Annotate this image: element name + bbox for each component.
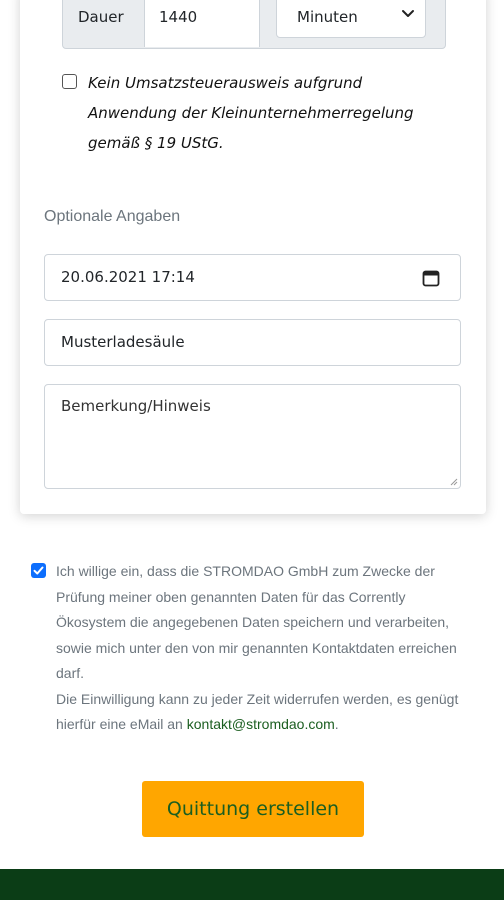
datetime-value: 20.06.2021 17:14 (61, 268, 195, 286)
tax-checkbox-label: Kein Umsatzsteuerausweis aufgrund Anwend… (88, 74, 414, 152)
resize-handle-icon[interactable] (450, 478, 458, 486)
consent-statement: Ich willige ein, dass die STROMDAO GmbH … (56, 563, 457, 681)
note-placeholder: Bemerkung/Hinweis (61, 397, 211, 415)
duration-input[interactable]: 1440 (144, 0, 260, 47)
chevron-down-icon (402, 10, 414, 17)
duration-label: Dauer (78, 8, 124, 26)
footer-bar (0, 869, 504, 900)
consent-checkbox[interactable] (31, 563, 46, 578)
consent-email-link[interactable]: kontakt@stromdao.com (187, 716, 335, 732)
create-receipt-button[interactable]: Quittung erstellen (142, 781, 364, 837)
tax-checkbox[interactable] (62, 74, 77, 89)
optional-section-heading: Optionale Angaben (44, 208, 181, 225)
consent-text: Ich willige ein, dass die STROMDAO GmbH … (56, 559, 476, 738)
duration-unit-value: Minuten (297, 8, 358, 26)
calendar-icon[interactable] (422, 269, 440, 287)
station-value: Musterladesäule (61, 333, 185, 351)
datetime-input[interactable]: 20.06.2021 17:14 (44, 254, 461, 301)
duration-unit-select[interactable]: Minuten (276, 0, 426, 38)
checkmark-icon (33, 566, 44, 575)
note-textarea[interactable]: Bemerkung/Hinweis (44, 384, 461, 489)
station-input[interactable]: Musterladesäule (44, 319, 461, 366)
consent-end: . (334, 716, 339, 732)
